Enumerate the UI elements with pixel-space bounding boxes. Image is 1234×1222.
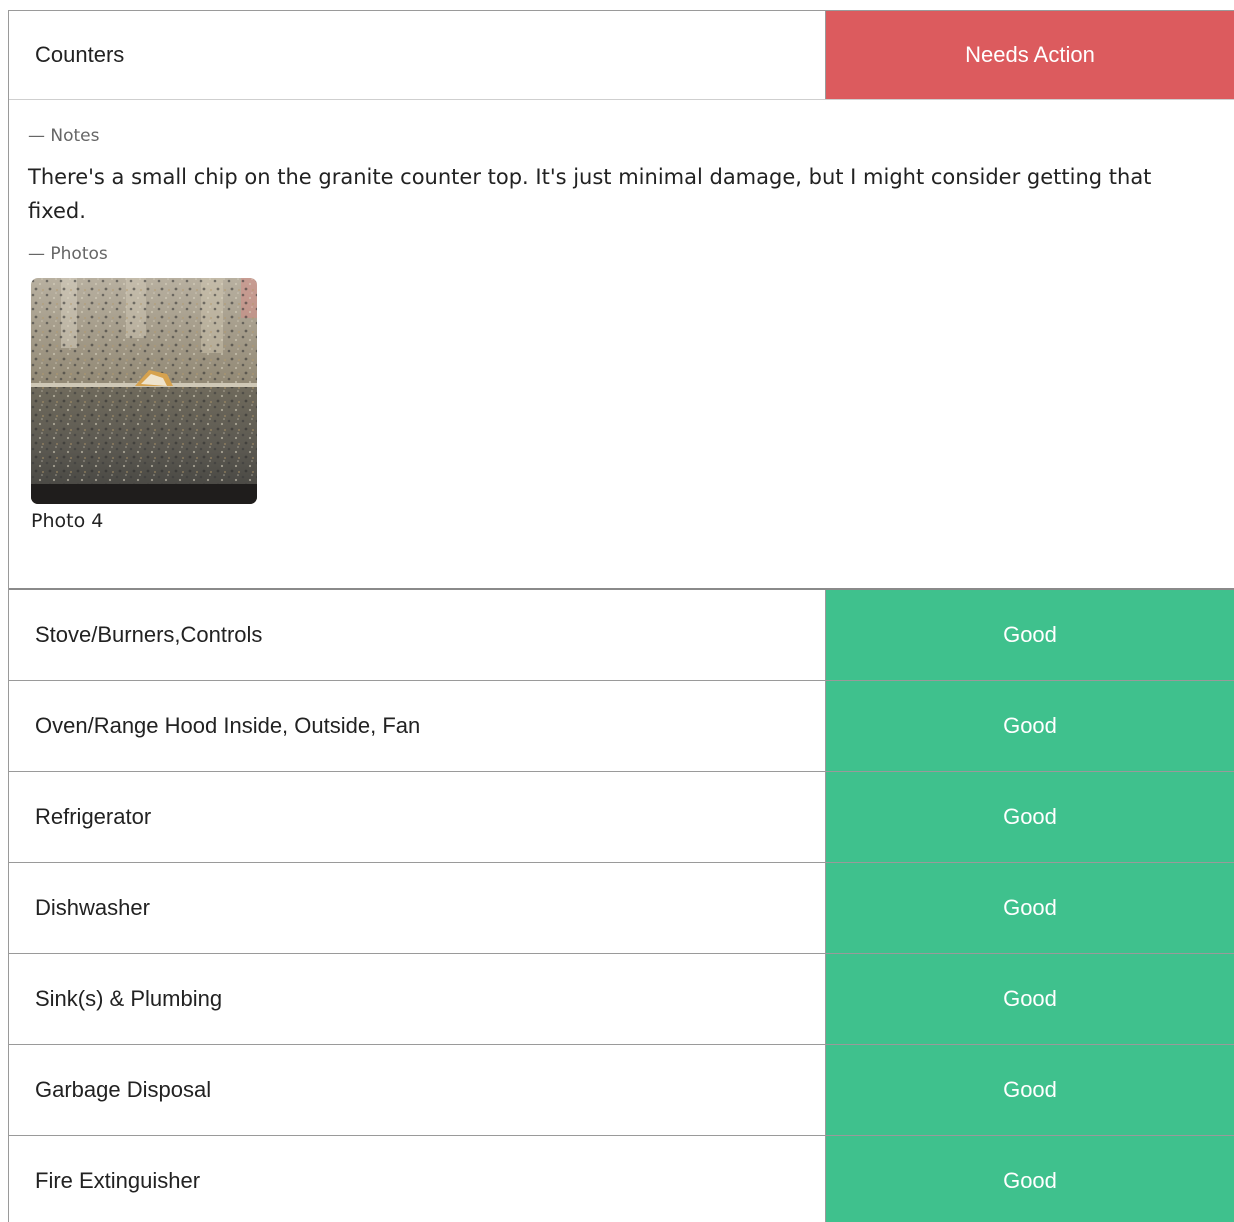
- notes-text: There's a small chip on the granite coun…: [28, 165, 1152, 223]
- item-label: Garbage Disposal: [35, 1077, 212, 1102]
- status-badge-good[interactable]: Good: [825, 1045, 1234, 1135]
- status-badge-good[interactable]: Good: [825, 863, 1234, 953]
- photo-thumbnail[interactable]: [31, 278, 257, 504]
- inspection-item-row[interactable]: Dishwasher Good: [9, 863, 1234, 954]
- inspection-item-row[interactable]: Sink(s) & Plumbing Good: [9, 954, 1234, 1045]
- inspection-list: Counters Needs Action — Notes There's a …: [8, 10, 1234, 1222]
- status-badge-good[interactable]: Good: [825, 954, 1234, 1044]
- status-badge-good[interactable]: Good: [825, 1136, 1234, 1222]
- photos-heading: — Photos: [28, 244, 108, 264]
- inspection-item-row[interactable]: Stove/Burners,Controls Good: [9, 590, 1234, 681]
- status-badge-good[interactable]: Good: [825, 681, 1234, 771]
- photo-thumbnail-item[interactable]: Photo 4: [31, 278, 259, 532]
- status-badge-needs-action[interactable]: Needs Action: [825, 11, 1234, 99]
- item-label: Counters: [35, 42, 125, 67]
- inspection-item-counters[interactable]: Counters Needs Action: [9, 11, 1234, 100]
- item-label: Sink(s) & Plumbing: [35, 986, 223, 1011]
- inspection-item-row[interactable]: Oven/Range Hood Inside, Outside, Fan Goo…: [9, 681, 1234, 772]
- item-label: Dishwasher: [35, 895, 150, 920]
- notes-heading: — Notes: [28, 126, 100, 146]
- item-label: Fire Extinguisher: [35, 1168, 201, 1193]
- item-label: Stove/Burners,Controls: [35, 622, 263, 647]
- item-label: Refrigerator: [35, 804, 152, 829]
- photo-caption: Photo 4: [31, 510, 104, 532]
- status-badge-good[interactable]: Good: [825, 590, 1234, 680]
- inspection-item-row[interactable]: Refrigerator Good: [9, 772, 1234, 863]
- item-detail-panel: — Notes There's a small chip on the gran…: [9, 100, 1234, 590]
- inspection-item-row[interactable]: Fire Extinguisher Good: [9, 1136, 1234, 1222]
- item-label: Oven/Range Hood Inside, Outside, Fan: [35, 713, 421, 738]
- status-badge-good[interactable]: Good: [825, 772, 1234, 862]
- inspection-item-row[interactable]: Garbage Disposal Good: [9, 1045, 1234, 1136]
